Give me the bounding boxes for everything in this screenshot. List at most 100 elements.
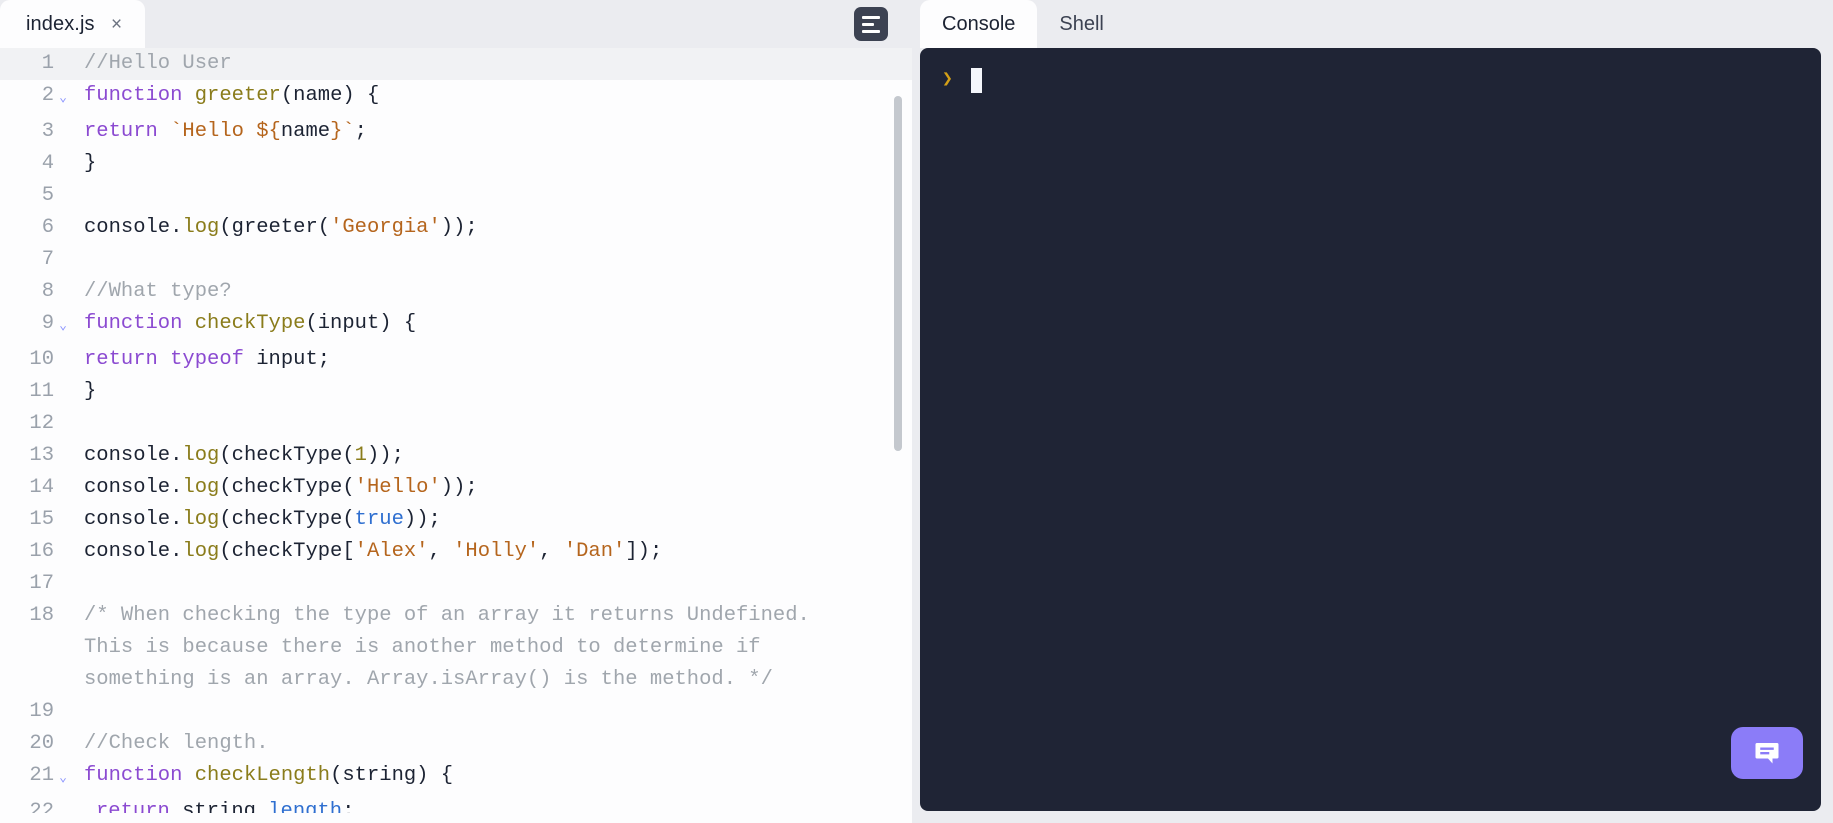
line-number: 9	[41, 312, 54, 335]
code-line-text: console.log(checkType(1));	[72, 440, 912, 472]
editor-scrollbar-thumb[interactable]	[894, 96, 902, 451]
format-lines-icon[interactable]	[854, 7, 888, 41]
code-line[interactable]: 9 ⌄ function checkType(input) {	[0, 308, 912, 344]
token-punct: .	[170, 216, 183, 239]
token-plain: input	[243, 348, 318, 371]
token-num: 1	[354, 444, 367, 467]
token-punct: ));	[440, 216, 478, 239]
token-punct: ));	[366, 444, 404, 467]
token-comment: //Check length.	[84, 732, 269, 755]
editor-body[interactable]: 1//Hello User 2 ⌄ function greeter(name) {3…	[0, 48, 912, 823]
code-line-text: function checkType(input) {	[72, 308, 912, 340]
code-line[interactable]: 2 ⌄ function greeter(name) {	[0, 80, 912, 116]
code-line-text: //Check length.	[72, 728, 912, 760]
token-punct: .	[170, 476, 183, 499]
token-plain: console	[84, 508, 171, 531]
code-line[interactable]: 5	[0, 180, 912, 212]
line-number: 8	[41, 280, 54, 303]
code-line-text: function checkLength(string) {	[72, 760, 912, 792]
token-punct: }	[84, 152, 97, 175]
editor-tab-bar: index.js ×	[0, 0, 912, 48]
code-line[interactable]: 18 /* When checking the type of an array …	[0, 600, 912, 696]
line-number: 18	[29, 604, 54, 627]
token-string: }`	[330, 120, 355, 143]
console-input-row[interactable]: ❯	[942, 66, 1821, 94]
code-line[interactable]: 12	[0, 408, 912, 440]
code-line[interactable]: 4}	[0, 148, 912, 180]
code-line[interactable]: 11}	[0, 376, 912, 408]
code-line[interactable]: 21 ⌄ function checkLength(string) {	[0, 760, 912, 796]
code-line[interactable]: 3 return `Hello ${name}`;	[0, 116, 912, 148]
editor-horizontal-scrollbar[interactable]	[0, 813, 912, 823]
line-number: 19	[29, 700, 54, 723]
token-keyword: return	[84, 348, 158, 371]
line-number: 13	[29, 444, 54, 467]
tab-console[interactable]: Console	[920, 0, 1038, 48]
code-line[interactable]: 6 console.log(greeter('Georgia'));	[0, 212, 912, 244]
chevron-down-icon[interactable]: ⌄	[54, 308, 72, 344]
token-comment: //What type?	[84, 280, 232, 303]
token-punct: }	[84, 380, 97, 403]
chevron-down-icon[interactable]: ⌄	[54, 80, 72, 116]
code-line-text: return `Hello ${name}`;	[72, 116, 912, 148]
line-number: 15	[29, 508, 54, 531]
token-punct: (input) {	[305, 312, 417, 335]
console-tab-bar: Console Shell	[920, 0, 1833, 48]
replit-workspace: index.js × 1//Hello User 2 ⌄ function greet…	[0, 0, 1833, 823]
code-line[interactable]: 14 console.log(checkType('Hello'));	[0, 472, 912, 504]
line-number: 4	[41, 152, 54, 175]
editor-tab-index-js[interactable]: index.js ×	[0, 0, 145, 48]
tab-bar-spacer	[145, 0, 854, 48]
code-line[interactable]: 20 //Check length.	[0, 728, 912, 760]
line-number: 11	[29, 380, 54, 403]
pane-splitter[interactable]	[912, 0, 920, 823]
token-punct: (greeter(	[219, 216, 331, 239]
token-punct: (string) {	[330, 764, 454, 787]
code-line[interactable]: 7	[0, 244, 912, 276]
prompt-chevron-icon: ❯	[942, 70, 953, 90]
token-method: log	[182, 508, 220, 531]
token-method: log	[182, 216, 220, 239]
code-line[interactable]: 16 console.log(checkType['Alex', 'Holly',…	[0, 536, 912, 568]
line-number: 12	[29, 412, 54, 435]
token-punct: ]);	[625, 540, 663, 563]
token-func: checkType	[194, 312, 306, 335]
line-number: 17	[29, 572, 54, 595]
token-method: log	[182, 540, 220, 563]
code-line-text: }	[72, 376, 912, 408]
tab-shell[interactable]: Shell	[1037, 0, 1125, 48]
code-line[interactable]: 1 //Hello User	[0, 48, 912, 80]
editor-pane: index.js × 1//Hello User 2 ⌄ function greet…	[0, 0, 912, 823]
line-number: 7	[41, 248, 54, 271]
code-area[interactable]: 1//Hello User 2 ⌄ function greeter(name) {3…	[0, 48, 912, 823]
chat-bubble-button[interactable]	[1731, 727, 1803, 779]
close-icon[interactable]: ×	[109, 15, 125, 34]
token-punct: ;	[354, 120, 367, 143]
token-plain: name	[280, 120, 331, 143]
code-line[interactable]: 10 return typeof input;	[0, 344, 912, 376]
code-line[interactable]: 8 //What type?	[0, 276, 912, 308]
code-line[interactable]: 17	[0, 568, 912, 600]
token-punct: ,	[539, 540, 564, 563]
chevron-down-icon[interactable]: ⌄	[54, 760, 72, 796]
token-method: log	[182, 476, 220, 499]
code-line[interactable]: 19	[0, 696, 912, 728]
console-output-surface[interactable]: ❯	[920, 48, 1821, 811]
line-number: 16	[29, 540, 54, 563]
line-number: 6	[41, 216, 54, 239]
code-line[interactable]: 13 console.log(checkType(1));	[0, 440, 912, 472]
token-punct: ;	[317, 348, 331, 371]
token-comment: /* When checking the type of an array it…	[84, 604, 810, 691]
chat-bubble-icon	[1755, 743, 1779, 764]
token-punct: .	[170, 508, 183, 531]
token-string: 'Hello'	[354, 476, 441, 499]
line-number: 5	[41, 184, 54, 207]
code-line[interactable]: 15 console.log(checkType(true));	[0, 504, 912, 536]
